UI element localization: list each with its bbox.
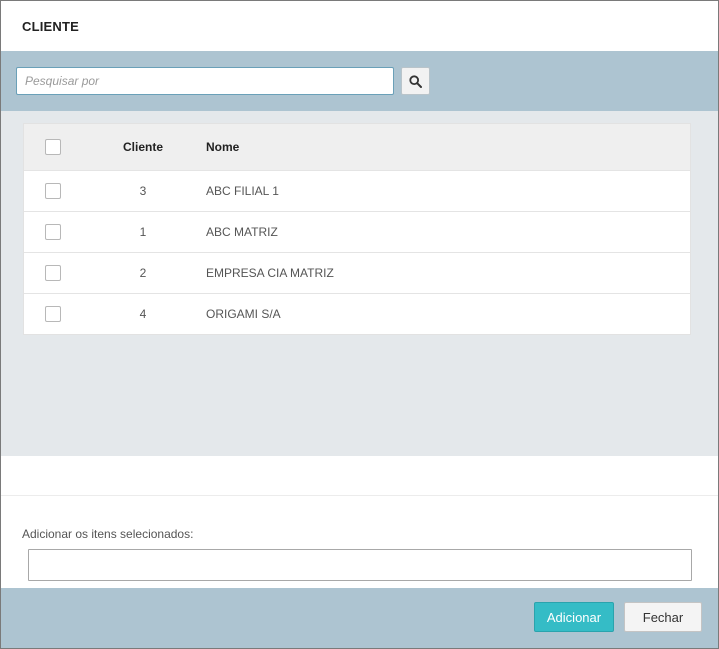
row-checkbox[interactable] — [45, 264, 61, 281]
table-row[interactable]: 2 EMPRESA CIA MATRIZ — [24, 252, 690, 293]
search-icon — [409, 74, 422, 88]
row-nome: ABC MATRIZ — [206, 224, 278, 239]
select-all-cell — [24, 124, 82, 170]
modal-title: CLIENTE — [22, 19, 80, 34]
row-nome: EMPRESA CIA MATRIZ — [206, 265, 334, 280]
column-header-nome[interactable]: Nome — [204, 124, 690, 170]
modal-footer: Adicionar Fechar — [1, 588, 718, 648]
row-cliente: 2 — [139, 265, 147, 280]
divider — [1, 495, 718, 496]
row-check-cell — [24, 293, 82, 334]
row-checkbox[interactable] — [45, 182, 61, 199]
row-cliente: 4 — [139, 306, 147, 321]
add-button[interactable]: Adicionar — [534, 602, 614, 632]
close-button[interactable]: Fechar — [624, 602, 702, 632]
selected-items-label: Adicionar os itens selecionados: — [22, 527, 194, 541]
select-all-checkbox[interactable] — [45, 138, 61, 155]
search-bar — [1, 51, 718, 111]
table-header-row: Cliente Nome — [24, 124, 690, 170]
row-cliente: 1 — [139, 224, 147, 239]
table-row[interactable]: 3 ABC FILIAL 1 — [24, 170, 690, 211]
row-nome: ABC FILIAL 1 — [206, 183, 279, 198]
row-checkbox[interactable] — [45, 305, 61, 322]
row-check-cell — [24, 211, 82, 252]
search-button[interactable] — [401, 67, 430, 95]
table-row[interactable]: 4 ORIGAMI S/A — [24, 293, 690, 334]
table-row[interactable]: 1 ABC MATRIZ — [24, 211, 690, 252]
results-table: Cliente Nome 3 ABC FILIAL 1 1 ABC MATRIZ… — [23, 123, 691, 335]
row-checkbox[interactable] — [45, 223, 61, 240]
column-header-cliente[interactable]: Cliente — [82, 124, 204, 170]
content-area: Cliente Nome 3 ABC FILIAL 1 1 ABC MATRIZ… — [1, 111, 718, 456]
row-check-cell — [24, 170, 82, 211]
row-nome: ORIGAMI S/A — [206, 306, 281, 321]
modal-header: CLIENTE — [1, 1, 718, 51]
selected-items-field[interactable] — [28, 549, 692, 581]
row-cliente: 3 — [139, 183, 147, 198]
row-check-cell — [24, 252, 82, 293]
search-input[interactable] — [16, 67, 394, 95]
cliente-modal: CLIENTE Cliente Nome — [0, 0, 719, 649]
